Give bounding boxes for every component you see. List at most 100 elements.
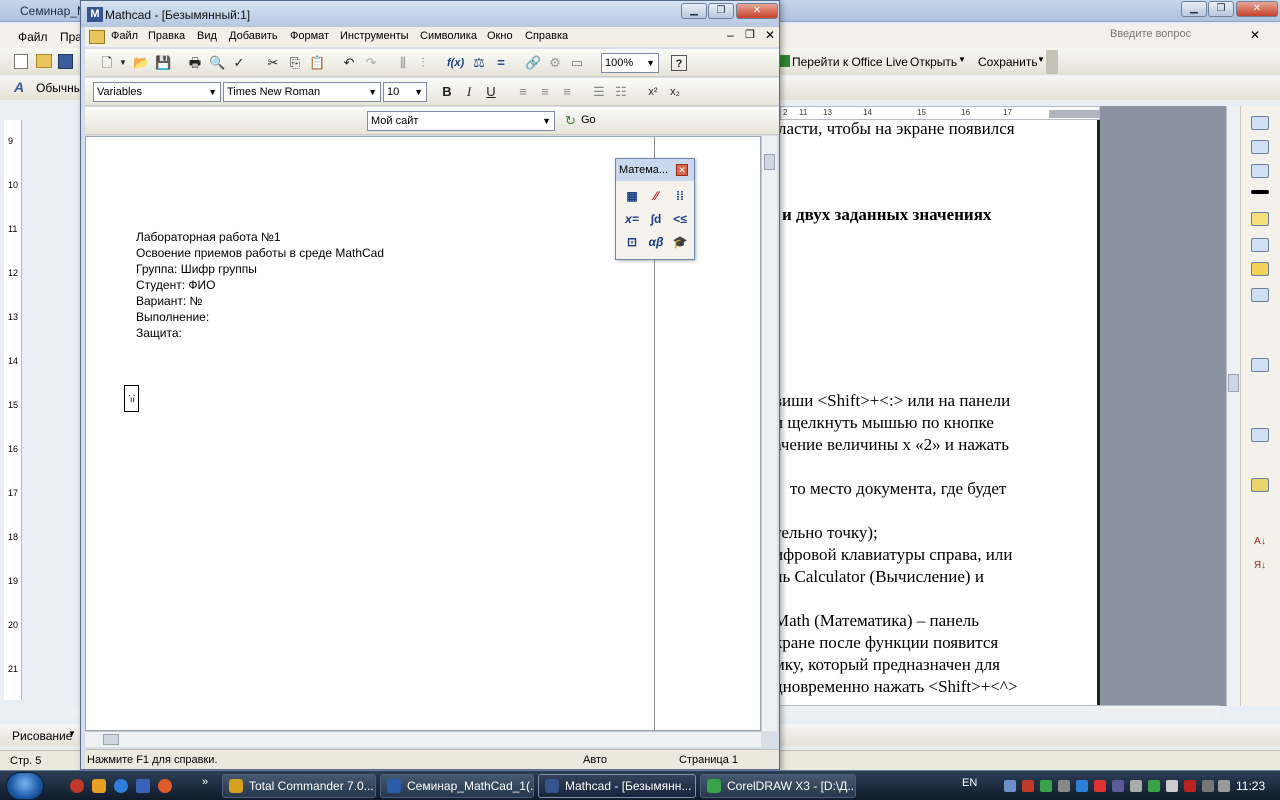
toolbar-overflow-handle[interactable] (1046, 50, 1058, 74)
insert-hyperlink-icon[interactable]: 🔗 (525, 55, 541, 71)
taskbar-item-mathcad[interactable]: Mathcad - [Безымянн... (538, 774, 696, 798)
tray-icon[interactable] (1148, 780, 1160, 792)
mathcad-hscroll-thumb[interactable] (103, 734, 119, 745)
doc-close-icon[interactable]: ✕ (765, 28, 775, 42)
word-minimize-button[interactable]: ▁ (1181, 1, 1207, 17)
worksheet-text-line[interactable]: Выполнение: (136, 310, 209, 324)
worksheet-text-line[interactable]: Группа: Шифр группы (136, 262, 257, 276)
taskbar-item-word[interactable]: Семинар_MathCad_1(... (380, 774, 534, 798)
align-left-icon[interactable]: ≡ (515, 84, 531, 100)
sort-ascending-icon[interactable]: A↓ (1251, 536, 1269, 550)
word-help-close-icon[interactable]: ✕ (1250, 28, 1260, 42)
align-down-icon[interactable]: ⫶ (415, 55, 431, 71)
save-icon[interactable]: 💾 (155, 55, 171, 71)
sidebar-tool-icon[interactable] (1251, 140, 1269, 154)
mathcad-menu-insert[interactable]: Добавить (229, 30, 278, 42)
mathcad-horizontal-scrollbar[interactable] (85, 731, 761, 747)
new-file-icon[interactable]: 🗋 (99, 55, 115, 71)
size-select[interactable]: 10 ▼ (383, 82, 427, 102)
cut-icon[interactable]: ✂ (265, 55, 281, 71)
palette-close-icon[interactable]: ✕ (676, 164, 688, 176)
paste-icon[interactable]: 📋 (309, 55, 325, 71)
open-icon[interactable]: 📂 (133, 55, 149, 71)
word-open-button[interactable]: Открыть (910, 55, 957, 69)
italic-button[interactable]: I (461, 84, 477, 100)
word-vertical-scrollbar[interactable] (1226, 106, 1240, 706)
draw-menu-button[interactable]: Рисование (12, 729, 72, 743)
greek-palette-icon[interactable]: αβ (646, 233, 666, 251)
mathcad-vertical-scrollbar[interactable] (761, 136, 777, 731)
graph-palette-icon[interactable]: ⁄⁄ (646, 187, 666, 205)
styles-icon[interactable]: A (14, 79, 24, 95)
align-center-icon[interactable]: ≡ (537, 84, 553, 100)
math-region-cursor[interactable]: := (124, 385, 139, 412)
underline-button[interactable]: U (483, 84, 499, 100)
line-color-icon[interactable] (1251, 212, 1269, 226)
language-indicator[interactable]: EN (962, 777, 977, 789)
word-document-page[interactable]: ласти, чтобы на экране появился и двух з… (780, 120, 1100, 705)
evaluation-palette-icon[interactable]: x= (622, 210, 642, 228)
table-icon[interactable] (1251, 288, 1269, 302)
spellcheck-icon[interactable]: ✓ (231, 55, 247, 71)
programming-palette-icon[interactable]: ⊡ (622, 233, 642, 251)
help-icon[interactable]: ? (671, 55, 687, 71)
new-file-chevron-icon[interactable]: ▼ (115, 55, 131, 71)
mathcad-menu-file[interactable]: Файл (111, 30, 138, 42)
tray-icon[interactable] (1058, 780, 1070, 792)
insert-function-icon[interactable]: f(x) (447, 55, 464, 71)
doc-restore-icon[interactable]: ❐ (745, 28, 755, 41)
align-right-icon[interactable]: ≡ (559, 84, 575, 100)
ruler-margin[interactable] (1049, 110, 1101, 118)
save-chevron-down-icon[interactable]: ▼ (1037, 55, 1045, 64)
sidebar-tool-icon[interactable] (1251, 116, 1269, 130)
border-icon[interactable] (1251, 238, 1269, 252)
new-doc-icon[interactable] (14, 54, 28, 69)
boolean-palette-icon[interactable]: <≤ (670, 210, 690, 228)
sort-icon[interactable] (1251, 428, 1269, 442)
print-icon[interactable]: 🖶 (187, 55, 203, 71)
sidebar-tool-icon[interactable] (1251, 164, 1269, 178)
word-horizontal-scrollbar[interactable] (780, 705, 1220, 719)
subscript-button[interactable]: x₂ (667, 84, 683, 100)
word-save-button[interactable]: Сохранить (978, 55, 1038, 69)
mathcad-menu-format[interactable]: Формат (290, 30, 329, 42)
word-help-search[interactable]: Введите вопрос (1110, 28, 1250, 44)
style-select[interactable]: Variables ▼ (93, 82, 221, 102)
tray-icon[interactable] (1004, 780, 1016, 792)
bullets-icon[interactable]: ☰ (591, 84, 607, 100)
tray-icon[interactable] (1218, 780, 1230, 792)
office-live-link[interactable]: Перейти к Office Live (792, 55, 908, 69)
tray-icon[interactable] (1076, 780, 1088, 792)
mathcad-minimize-button[interactable]: ▁ (681, 3, 707, 19)
open-chevron-down-icon[interactable]: ▼ (958, 55, 966, 64)
worksheet-text-line[interactable]: Студент: ФИО (136, 278, 215, 292)
mathcad-menu-help[interactable]: Справка (525, 30, 568, 42)
tray-icon[interactable] (1040, 780, 1052, 792)
resources-icon[interactable]: ▭ (569, 55, 585, 71)
word-menu-file[interactable]: Файл (18, 30, 48, 44)
print-preview-icon[interactable]: 🔍 (209, 55, 225, 71)
network-icon[interactable] (1202, 780, 1214, 792)
fill-color-icon[interactable] (1251, 262, 1269, 276)
taskbar-clock[interactable]: 11:23 (1236, 779, 1265, 793)
font-select[interactable]: Times New Roman ▼ (223, 82, 381, 102)
quicklaunch-app-icon[interactable] (70, 779, 84, 793)
mathcad-menu-tools[interactable]: Инструменты (340, 30, 409, 42)
worksheet-text-line[interactable]: Лабораторная работа №1 (136, 230, 281, 244)
site-select[interactable]: Мой сайт ▼ (367, 111, 555, 131)
highlight-icon[interactable] (1251, 478, 1269, 492)
tray-icon[interactable] (1094, 780, 1106, 792)
mathcad-menu-window[interactable]: Окно (487, 30, 513, 42)
worksheet-text-line[interactable]: Вариант: № (136, 294, 202, 308)
align-across-icon[interactable]: ⫼ (395, 55, 411, 71)
bluetooth-icon[interactable] (1112, 780, 1124, 792)
word-close-button[interactable]: ✕ (1236, 1, 1278, 17)
mathcad-menu-edit[interactable]: Правка (148, 30, 185, 42)
internet-explorer-icon[interactable] (114, 779, 128, 793)
calculate-icon[interactable]: = (493, 55, 509, 71)
mathcad-menu-view[interactable]: Вид (197, 30, 217, 42)
mathcad-scroll-thumb[interactable] (764, 154, 775, 170)
sort-descending-icon[interactable]: Я↓ (1251, 560, 1269, 574)
line-weight-icon[interactable] (1251, 190, 1269, 194)
go-arrow-icon[interactable]: ↻ (565, 113, 576, 129)
